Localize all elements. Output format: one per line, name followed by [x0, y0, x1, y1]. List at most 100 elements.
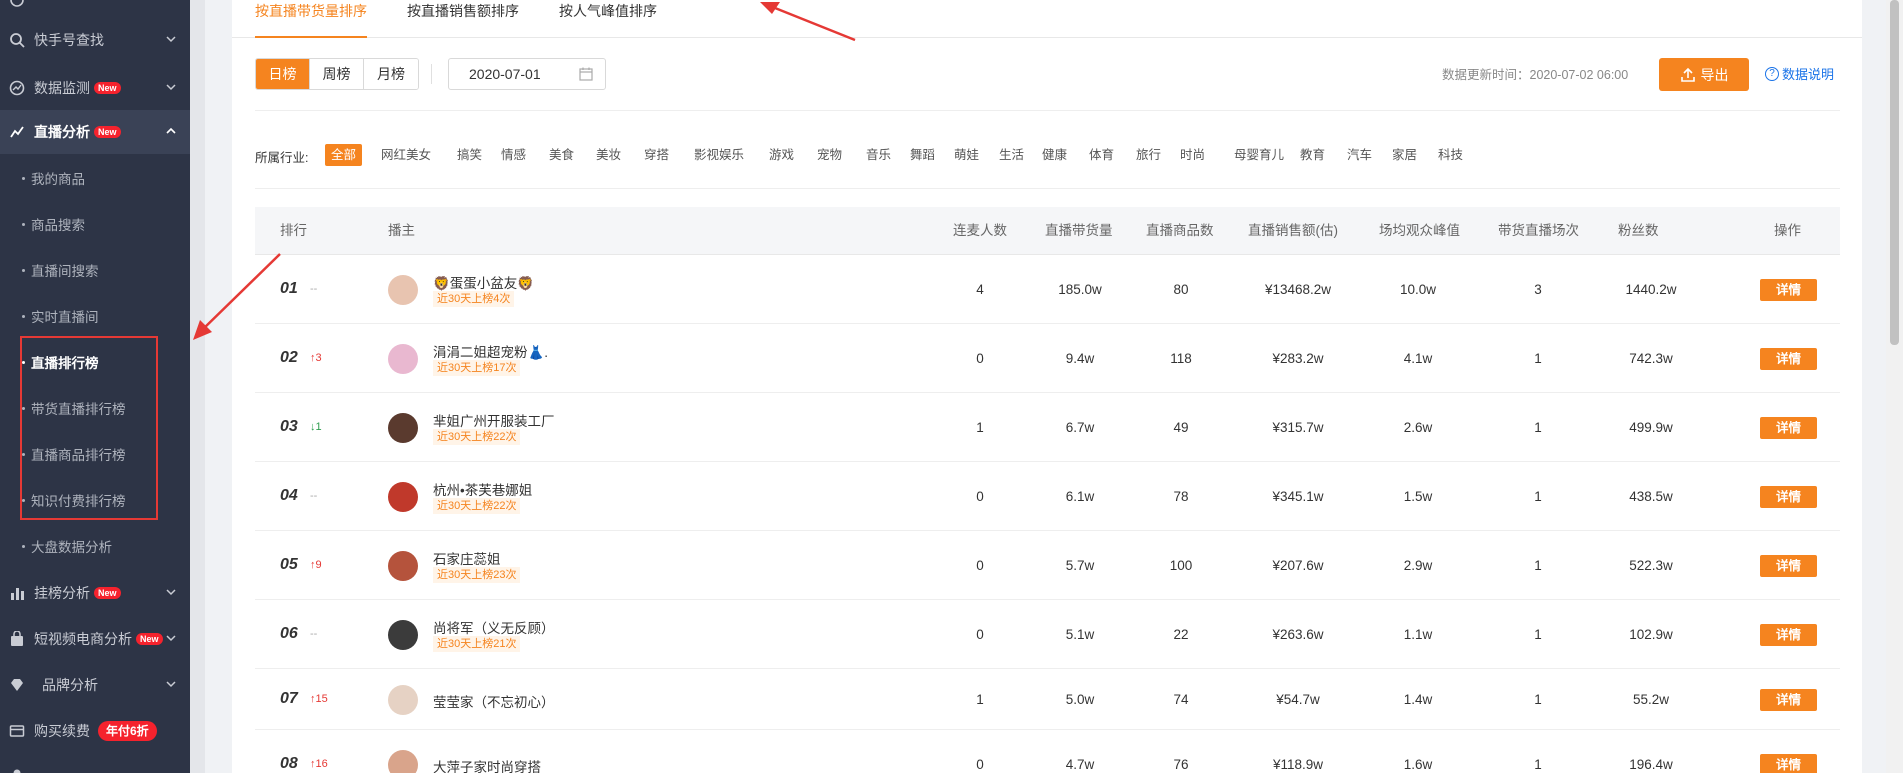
- daily-button[interactable]: 日榜: [256, 59, 310, 89]
- streamer-name[interactable]: 莹莹家（不忘初心）: [433, 691, 555, 711]
- data-help-link[interactable]: ? 数据说明: [1765, 64, 1834, 83]
- industry-option[interactable]: 美妆: [590, 144, 627, 166]
- industry-option[interactable]: 生活: [993, 144, 1030, 166]
- industry-option[interactable]: 母婴育儿: [1228, 144, 1290, 166]
- industry-option[interactable]: 宠物: [811, 144, 848, 166]
- industry-option[interactable]: 健康: [1036, 144, 1073, 166]
- industry-option[interactable]: 美食: [543, 144, 580, 166]
- tab-sort-by-popularity[interactable]: 按人气峰值排序: [559, 0, 657, 38]
- industry-option[interactable]: 体育: [1083, 144, 1120, 166]
- sidebar-sub-realtime-room[interactable]: 实时直播间: [0, 293, 190, 339]
- avatar[interactable]: [388, 274, 418, 305]
- cell-lianmai: 0: [976, 488, 984, 504]
- cell-fans: 1440.2w: [1625, 281, 1677, 297]
- avatar[interactable]: [388, 550, 418, 581]
- streamer-name[interactable]: 🦁蛋蛋小盆友🦁: [433, 272, 534, 292]
- industry-option[interactable]: 影视娱乐: [688, 144, 750, 166]
- avatar[interactable]: [388, 412, 418, 443]
- cell-peak: 1.4w: [1403, 691, 1433, 707]
- streamer-name[interactable]: 石家庄蕊姐: [433, 548, 501, 568]
- cell-sales: ¥315.7w: [1272, 419, 1324, 435]
- industry-option[interactable]: 旅行: [1130, 144, 1167, 166]
- sidebar-sub-product-search[interactable]: 商品搜索: [0, 201, 190, 247]
- avatar[interactable]: [388, 684, 418, 715]
- industry-option[interactable]: 网红美女: [375, 144, 437, 166]
- export-label: 导出: [1700, 66, 1729, 83]
- tab-sort-by-sales[interactable]: 按直播销售额排序: [407, 0, 519, 38]
- rank-number: 04: [280, 486, 298, 504]
- detail-button[interactable]: 详情: [1760, 688, 1817, 711]
- cell-volume: 6.7w: [1065, 419, 1095, 435]
- export-button[interactable]: 导出: [1659, 58, 1749, 91]
- scrollbar-thumb[interactable]: [1890, 0, 1899, 345]
- detail-button[interactable]: 详情: [1760, 485, 1817, 508]
- cell-volume: 6.1w: [1065, 488, 1095, 504]
- detail-button[interactable]: 详情: [1760, 416, 1817, 439]
- sidebar-item-monitor[interactable]: 数据监测 New: [0, 66, 190, 110]
- sidebar-item-label: 购买续费: [34, 723, 90, 739]
- weekly-button[interactable]: 周榜: [310, 59, 364, 89]
- streamer-name[interactable]: 芈姐广州开服装工厂: [433, 410, 555, 430]
- cell-sales: ¥345.1w: [1272, 488, 1324, 504]
- detail-button[interactable]: 详情: [1760, 623, 1817, 646]
- sidebar-item-live-analysis[interactable]: 直播分析 New: [0, 110, 190, 154]
- industry-option[interactable]: 时尚: [1174, 144, 1211, 166]
- cell-fans: 55.2w: [1632, 691, 1670, 707]
- cell-peak: 1.1w: [1403, 626, 1433, 642]
- rank-number: 05: [280, 555, 298, 573]
- cell-lianmai: 4: [976, 281, 984, 297]
- cell-products: 100: [1169, 557, 1193, 573]
- sidebar-sub-market-analysis[interactable]: 大盘数据分析: [0, 523, 190, 569]
- detail-button[interactable]: 详情: [1760, 347, 1817, 370]
- industry-option[interactable]: 情感: [495, 144, 532, 166]
- col-lianmai: 连麦人数: [953, 223, 1007, 238]
- industry-option[interactable]: 家居: [1386, 144, 1423, 166]
- sidebar-item-kuaishou-search[interactable]: 快手号查找: [0, 18, 190, 62]
- table-row: 04 -- 杭州•茶芙巷娜姐 近30天上榜22次 0 6.1w 78 ¥345.1w 1.5w 1…: [255, 462, 1840, 531]
- sidebar-item-cropped-bottom[interactable]: [0, 753, 190, 773]
- detail-button[interactable]: 详情: [1760, 554, 1817, 577]
- industry-option[interactable]: 游戏: [763, 144, 800, 166]
- sidebar-item-brand-analysis[interactable]: 品牌分析: [0, 663, 190, 707]
- rank-change-value: 3: [315, 351, 322, 364]
- avatar[interactable]: [388, 481, 418, 512]
- cell-products: 74: [1173, 691, 1189, 707]
- sidebar-item-hang-list-analysis[interactable]: 挂榜分析 New: [0, 571, 190, 615]
- avatar[interactable]: [388, 343, 418, 374]
- avatar[interactable]: [388, 749, 418, 773]
- detail-button[interactable]: 详情: [1760, 753, 1817, 773]
- sidebar-item-short-video-ecom[interactable]: 短视频电商分析 New: [0, 617, 190, 661]
- cell-lianmai: 0: [976, 350, 984, 366]
- industry-option[interactable]: 科技: [1432, 144, 1469, 166]
- cell-fans: 499.9w: [1629, 419, 1673, 435]
- monthly-button[interactable]: 月榜: [364, 59, 418, 89]
- streamer-name[interactable]: 杭州•茶芙巷娜姐: [433, 479, 532, 499]
- cell-peak: 1.5w: [1403, 488, 1433, 504]
- industry-option[interactable]: 舞蹈: [904, 144, 941, 166]
- avatar[interactable]: [388, 619, 418, 650]
- cell-sessions: 3: [1534, 281, 1542, 297]
- detail-button[interactable]: 详情: [1760, 278, 1817, 301]
- streamer-name[interactable]: 尚将军（义无反顾）: [433, 617, 555, 637]
- industry-option[interactable]: 搞笑: [451, 144, 488, 166]
- cell-fans: 196.4w: [1629, 756, 1673, 772]
- cell-products: 80: [1173, 281, 1189, 297]
- streamer-name[interactable]: 大萍子家时尚穿搭: [433, 756, 541, 773]
- col-sessions: 带货直播场次: [1498, 223, 1579, 238]
- rank-number: 08: [280, 754, 298, 772]
- industry-option[interactable]: 教育: [1294, 144, 1331, 166]
- industry-option[interactable]: 汽车: [1341, 144, 1378, 166]
- industry-option[interactable]: 萌娃: [948, 144, 985, 166]
- scrollbar[interactable]: [1886, 0, 1903, 773]
- industry-option[interactable]: 音乐: [860, 144, 897, 166]
- sidebar-sub-room-search[interactable]: 直播间搜索: [0, 247, 190, 293]
- divider: [431, 64, 432, 84]
- industry-option[interactable]: 穿搭: [638, 144, 675, 166]
- sidebar-sub-my-products[interactable]: 我的商品: [0, 155, 190, 201]
- sidebar-item-purchase[interactable]: 购买续费 年付6折: [0, 709, 190, 753]
- industry-option[interactable]: 全部: [325, 144, 363, 166]
- tab-sort-by-volume[interactable]: 按直播带货量排序: [255, 0, 367, 38]
- streamer-name[interactable]: 涓涓二姐超宠粉👗.: [433, 341, 548, 361]
- date-picker[interactable]: 2020-07-01: [448, 58, 606, 90]
- table-row: 08 ↑16 大萍子家时尚穿搭 0 4.7w 76 ¥118.9w 1.6w 1 196.4w 详情: [255, 730, 1840, 773]
